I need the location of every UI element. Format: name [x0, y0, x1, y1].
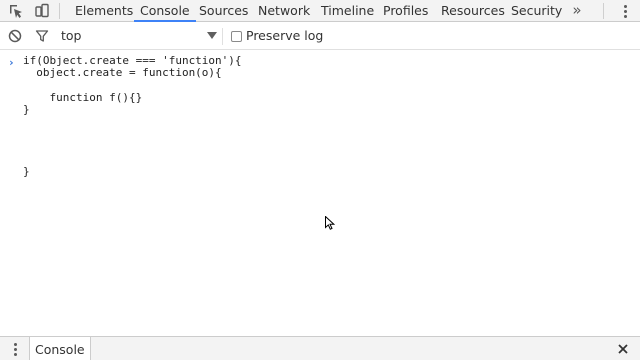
kebab-dot — [13, 352, 17, 356]
kebab-dot — [623, 9, 627, 13]
toolbar-divider-right — [603, 3, 604, 19]
code-line: function f(){} — [23, 90, 143, 104]
preserve-log-label[interactable]: Preserve log — [246, 28, 323, 43]
tab-elements[interactable]: Elements — [75, 0, 133, 22]
clear-console-button[interactable] — [2, 25, 28, 47]
inspect-element-button[interactable] — [3, 0, 29, 22]
clear-console-icon — [8, 29, 22, 43]
drawer-tab-console[interactable]: Console — [29, 337, 91, 360]
filter-button[interactable] — [29, 25, 55, 47]
tab-profiles[interactable]: Profiles — [383, 0, 428, 22]
kebab-menu-icon — [13, 342, 17, 346]
tab-console[interactable]: Console — [134, 0, 196, 22]
console-toolbar: top Preserve log — [0, 23, 640, 50]
console-prompt-icon: › — [8, 56, 15, 69]
tab-security[interactable]: Security — [511, 0, 562, 22]
console-drawer: Console — [0, 336, 640, 360]
preserve-log-checkbox[interactable] — [231, 31, 242, 42]
code-line: object.create = function(o){ — [23, 66, 222, 80]
execution-context-select[interactable]: top — [61, 28, 81, 43]
console-output[interactable]: › if(Object.create === 'function'){ obje… — [0, 51, 640, 335]
tab-network[interactable]: Network — [258, 0, 310, 22]
code-line: } — [23, 164, 30, 178]
code-line: } — [23, 103, 30, 117]
dropdown-arrow-icon[interactable] — [207, 32, 217, 39]
toolbar-divider — [222, 28, 223, 45]
close-icon — [618, 344, 628, 354]
toolbar-divider — [59, 3, 60, 19]
customize-devtools-button[interactable] — [615, 0, 635, 22]
device-mode-icon — [34, 3, 50, 19]
filter-icon — [35, 29, 49, 43]
tab-resources[interactable]: Resources — [441, 0, 505, 22]
device-mode-button[interactable] — [29, 0, 55, 22]
overflow-chevron-icon: » — [572, 1, 582, 19]
inspect-element-icon — [8, 3, 24, 19]
devtools-tab-bar: Elements Console Sources Network Timelin… — [0, 0, 640, 22]
mouse-cursor-icon — [325, 215, 336, 233]
kebab-dot — [13, 347, 17, 351]
more-tabs-button[interactable]: » — [566, 0, 588, 22]
tab-timeline[interactable]: Timeline — [321, 0, 374, 22]
kebab-menu-icon — [623, 4, 627, 8]
console-input-code[interactable]: if(Object.create === 'function'){ object… — [23, 54, 242, 178]
kebab-dot — [623, 14, 627, 18]
drawer-menu-button[interactable] — [10, 341, 20, 357]
tab-sources[interactable]: Sources — [199, 0, 248, 22]
close-drawer-button[interactable] — [615, 341, 631, 357]
